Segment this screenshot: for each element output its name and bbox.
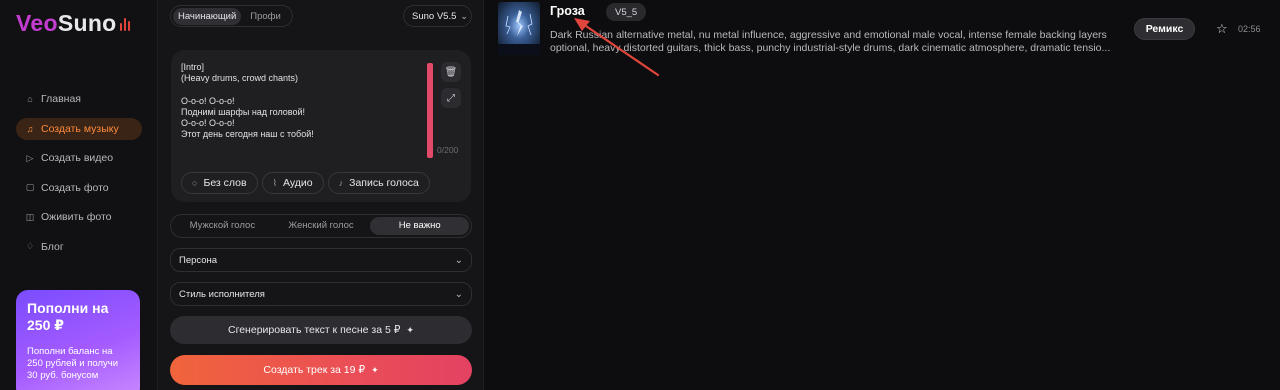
chip-label: Аудио (283, 177, 313, 189)
sidebar-nav: ⌂ Главная ♫ Создать музыку ▷ Создать вид… (16, 88, 142, 265)
sidebar-item-label: Создать музыку (41, 122, 119, 135)
chevron-down-icon: ⌄ (454, 288, 463, 300)
track-cover-image[interactable] (498, 2, 540, 55)
photo-icon: ▢ (25, 182, 35, 192)
track-duration: 02:56 (1238, 24, 1261, 34)
bell-icon: ♢ (25, 241, 35, 251)
model-select[interactable]: Suno V5.5 ⌄ (403, 5, 472, 27)
model-select-value: Suno V5.5 (412, 10, 457, 22)
animate-photo-icon: ◫ (25, 211, 35, 222)
annotation-arrow-icon (574, 18, 660, 77)
logo[interactable]: VeoSuno (16, 10, 130, 37)
create-music-panel: Начинающий Профи Suno V5.5 ⌄ [Intro] (He… (158, 0, 484, 390)
create-track-button[interactable]: Создать трек за 19 ₽ ✦ (170, 355, 472, 385)
voice-option-male[interactable]: Мужской голос (173, 217, 272, 235)
toggle-circle-icon: ○ (192, 178, 198, 188)
no-words-toggle[interactable]: ○ Без слов (181, 172, 258, 194)
sidebar-item-create-photo[interactable]: ▢ Создать фото (16, 177, 142, 199)
home-icon: ⌂ (27, 94, 33, 104)
paperclip-icon: ⌇ (272, 177, 277, 188)
music-note-icon: ♫ (26, 123, 34, 134)
expand-icon: ⤢ (447, 92, 455, 104)
artist-style-select[interactable]: Стиль исполнителя ⌄ (170, 282, 472, 306)
voice-option-female[interactable]: Женский голос (272, 217, 371, 235)
voice-gender-switch: Мужской голос Женский голос Не важно (170, 214, 472, 238)
chevron-down-icon: ⌄ (460, 10, 468, 21)
trash-icon: 🗑 (444, 66, 458, 78)
lyrics-textarea[interactable]: [Intro] (Heavy drums, crowd chants) О-о-… (181, 62, 421, 140)
mode-pro-tab[interactable]: Профи (245, 8, 286, 25)
logo-text-veo: Veo (16, 10, 58, 36)
audio-button[interactable]: ⌇ Аудио (261, 172, 324, 194)
sidebar-item-create-video[interactable]: ▷ Создать видео (16, 147, 142, 169)
sidebar-item-label: Создать видео (41, 152, 114, 164)
lyrics-options: ○ Без слов ⌇ Аудио ♪ Запись голоса (181, 172, 430, 194)
sidebar-item-blog[interactable]: ♢ Блог (16, 236, 142, 258)
microphone-icon: ♪ (338, 178, 344, 188)
sidebar-item-label: Оживить фото (41, 211, 112, 223)
chevron-down-icon: ⌄ (454, 254, 463, 266)
sparkle-icon: ✦ (371, 364, 379, 375)
persona-select-label: Персона (179, 254, 218, 266)
mode-switch: Начинающий Профи (170, 5, 293, 27)
favorite-star-icon[interactable]: ☆ (1216, 21, 1228, 37)
create-track-label: Создать трек за 19 ₽ (263, 364, 366, 376)
char-counter: 0/200 (437, 145, 459, 155)
expand-button[interactable]: ⤢ (441, 88, 461, 108)
lyrics-scrollbar[interactable] (427, 63, 433, 158)
chip-label: Без слов (203, 177, 247, 189)
promo-text: Пополни баланс на 250 рублей и получи 30… (27, 346, 119, 381)
video-icon: ▷ (26, 152, 34, 163)
sidebar-item-create-music[interactable]: ♫ Создать музыку (16, 117, 142, 140)
generate-lyrics-label: Сгенерировать текст к песне за 5 ₽ (228, 324, 401, 336)
chip-label: Запись голоса (349, 177, 419, 189)
voice-option-any[interactable]: Не важно (370, 217, 470, 235)
voice-record-button[interactable]: ♪ Запись голоса (327, 172, 430, 194)
persona-select[interactable]: Персона ⌄ (170, 248, 472, 272)
topup-promo-card[interactable]: Пополни на 250 ₽ Пополни баланс на 250 р… (16, 290, 140, 390)
sidebar-item-label: Главная (41, 93, 81, 105)
logo-bars-icon (119, 18, 130, 32)
generate-lyrics-button[interactable]: Сгенерировать текст к песне за 5 ₽ ✦ (170, 316, 472, 344)
delete-button[interactable]: 🗑 (441, 62, 461, 82)
sidebar: VeoSuno ⌂ Главная ♫ Создать музыку ▷ Соз… (0, 0, 158, 390)
lyrics-box: [Intro] (Heavy drums, crowd chants) О-о-… (171, 50, 471, 202)
sidebar-item-label: Блог (41, 240, 64, 253)
artist-style-select-label: Стиль исполнителя (179, 288, 265, 300)
remix-button[interactable]: Ремикс (1134, 18, 1195, 40)
logo-text-suno: Suno (57, 10, 117, 36)
sidebar-item-label: Создать фото (41, 181, 109, 194)
sidebar-item-home[interactable]: ⌂ Главная (16, 88, 142, 110)
sparkle-icon: ✦ (406, 324, 414, 335)
mode-beginner-tab[interactable]: Начинающий (173, 7, 242, 25)
promo-title: Пополни на 250 ₽ (27, 300, 109, 333)
sidebar-item-animate-photo[interactable]: ◫ Оживить фото (16, 206, 142, 228)
